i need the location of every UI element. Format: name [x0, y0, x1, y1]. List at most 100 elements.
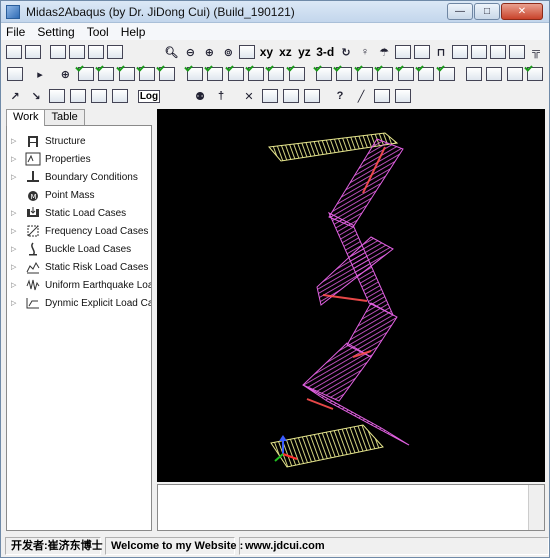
mesh-check-icon[interactable]	[76, 64, 95, 84]
export-mgt-icon[interactable]	[106, 42, 124, 62]
select-cross-icon[interactable]	[89, 86, 109, 106]
expand-icon[interactable]: ▷	[11, 227, 19, 235]
section-icon[interactable]	[413, 42, 431, 62]
close-button[interactable]: ✕	[501, 3, 543, 20]
print-icon[interactable]	[393, 86, 413, 106]
select-plate-icon[interactable]	[47, 86, 67, 106]
model-viewport[interactable]	[157, 109, 545, 482]
node-check-icon[interactable]	[96, 64, 115, 84]
pan-icon[interactable]	[238, 42, 256, 62]
view-xz-button[interactable]: xz	[276, 45, 294, 59]
prs-check-icon[interactable]	[205, 64, 224, 84]
view-3d-button[interactable]: 3-d	[314, 45, 336, 59]
plate-mat-check-icon[interactable]	[396, 64, 415, 84]
website-link[interactable]: www.jdcui.com	[239, 537, 549, 555]
beam-section-icon[interactable]	[260, 86, 280, 106]
wall-check-icon[interactable]	[416, 64, 435, 84]
zoom-fit-icon[interactable]: ⊕	[200, 42, 218, 62]
spring-check-icon[interactable]	[437, 64, 456, 84]
checkbox-icon[interactable]	[525, 64, 544, 84]
export-inp-icon[interactable]	[68, 42, 86, 62]
view-yz-button[interactable]: yz	[295, 45, 313, 59]
tree-item-static-risk-load-cases[interactable]: ▷ Static Risk Load Cases	[7, 258, 148, 276]
expand-icon[interactable]: ▷	[11, 263, 19, 271]
expand-icon[interactable]: ▷	[11, 137, 19, 145]
grid-icon[interactable]	[302, 86, 322, 106]
deform-icon[interactable]	[505, 64, 524, 84]
view-xy-button[interactable]: xy	[257, 45, 275, 59]
axis-icon[interactable]: ⊕	[56, 64, 75, 84]
log-button[interactable]: Log	[138, 89, 160, 103]
zoom-in-icon[interactable]: 🔍︎	[162, 42, 180, 62]
select-line-icon[interactable]: ↘	[26, 86, 46, 106]
tree-item-frequency-load-cases[interactable]: ▷ Frequency Load Cases	[7, 222, 148, 240]
graph-icon[interactable]	[464, 64, 483, 84]
output-log[interactable]	[157, 484, 545, 531]
expand-icon[interactable]: ▷	[11, 299, 19, 307]
plate-prs-check-icon[interactable]	[355, 64, 374, 84]
diag-check-icon[interactable]	[287, 64, 306, 84]
pin-icon[interactable]: †	[211, 86, 231, 106]
t1-check-icon[interactable]	[246, 64, 265, 84]
tree-item-buckle-load-cases[interactable]: ▷ Buckle Load Cases	[7, 240, 131, 258]
expand-icon[interactable]: ▷	[11, 173, 19, 181]
expand-icon[interactable]: ▷	[11, 209, 19, 217]
export-odb-icon[interactable]	[87, 42, 105, 62]
tree-item-static-load-cases[interactable]: ▷ Static Load Cases	[7, 204, 126, 222]
menu-tool[interactable]: Tool	[87, 25, 109, 39]
plate-123-check-icon[interactable]	[335, 64, 354, 84]
title-bar[interactable]: Midas2Abaqus (by Dr. JiDong Cui) (Build_…	[1, 1, 549, 23]
menu-file[interactable]: File	[6, 25, 25, 39]
plate-check-icon[interactable]	[314, 64, 333, 84]
section-check-icon[interactable]	[158, 64, 177, 84]
minimize-button[interactable]: —	[447, 3, 473, 20]
plate-thk-check-icon[interactable]	[376, 64, 395, 84]
tree-item-boundary-conditions[interactable]: ▷ Boundary Conditions	[7, 168, 138, 186]
load-display-icon[interactable]	[394, 42, 412, 62]
menu-help[interactable]: Help	[121, 25, 146, 39]
clipboard-icon[interactable]	[372, 86, 392, 106]
structure-toggle-icon[interactable]: ╦	[527, 42, 545, 62]
maximize-button[interactable]: □	[474, 3, 500, 20]
tab-table[interactable]: Table	[44, 109, 85, 125]
expand-icon[interactable]: ▷	[11, 281, 19, 289]
filter-icon[interactable]	[470, 42, 488, 62]
open-file-icon[interactable]	[49, 42, 67, 62]
local-axis-icon[interactable]: ✕	[239, 86, 259, 106]
select-solid-icon[interactable]	[68, 86, 88, 106]
expand-icon[interactable]: ▷	[11, 155, 19, 163]
expand-icon[interactable]: ▷	[11, 245, 19, 253]
element-123-check-icon[interactable]	[117, 64, 136, 84]
tree-item-uniform-earthquake-load[interactable]: ▷ Uniform Earthquake Load	[7, 276, 151, 294]
select-node-icon[interactable]: ↗	[5, 86, 25, 106]
model-check-icon[interactable]	[5, 64, 24, 84]
save-icon[interactable]	[24, 42, 42, 62]
mass-icon[interactable]	[451, 42, 469, 62]
seg-check-icon[interactable]	[267, 64, 286, 84]
rotate-icon[interactable]: ↻	[337, 42, 355, 62]
tree-item-properties[interactable]: ▷ Properties	[7, 150, 91, 168]
tools-icon[interactable]	[489, 42, 507, 62]
element-1000-check-icon[interactable]	[137, 64, 156, 84]
zoom-window-icon[interactable]: ⊚	[219, 42, 237, 62]
node-number-icon[interactable]: ⚉	[190, 86, 210, 106]
zoom-out-icon[interactable]: ⊖	[181, 42, 199, 62]
menu-setting[interactable]: Setting	[37, 25, 74, 39]
tree-item-point-mass[interactable]: M Point Mass	[7, 186, 94, 204]
display-options-icon[interactable]: ♀	[356, 42, 374, 62]
beam-123-check-icon[interactable]	[185, 64, 204, 84]
measure-icon[interactable]: ╱	[351, 86, 371, 106]
query-icon[interactable]: ?	[330, 86, 350, 106]
tree-item-dynamic-explicit-load-case[interactable]: ▷ Dynmic Explicit Load Case	[7, 294, 151, 312]
output-scrollbar[interactable]	[528, 485, 544, 530]
umbrella-icon[interactable]: ☂	[375, 42, 393, 62]
plate-section-icon[interactable]	[281, 86, 301, 106]
calculator-icon[interactable]	[508, 42, 526, 62]
play-icon[interactable]: ▸	[30, 64, 49, 84]
tree-item-structure[interactable]: ▷ Structure	[7, 132, 86, 150]
frame-icon[interactable]: ⊓	[432, 42, 450, 62]
import-mgt-icon[interactable]	[5, 42, 23, 62]
select-window-icon[interactable]	[485, 64, 504, 84]
tab-work[interactable]: Work	[6, 109, 46, 126]
truss-check-icon[interactable]	[226, 64, 245, 84]
